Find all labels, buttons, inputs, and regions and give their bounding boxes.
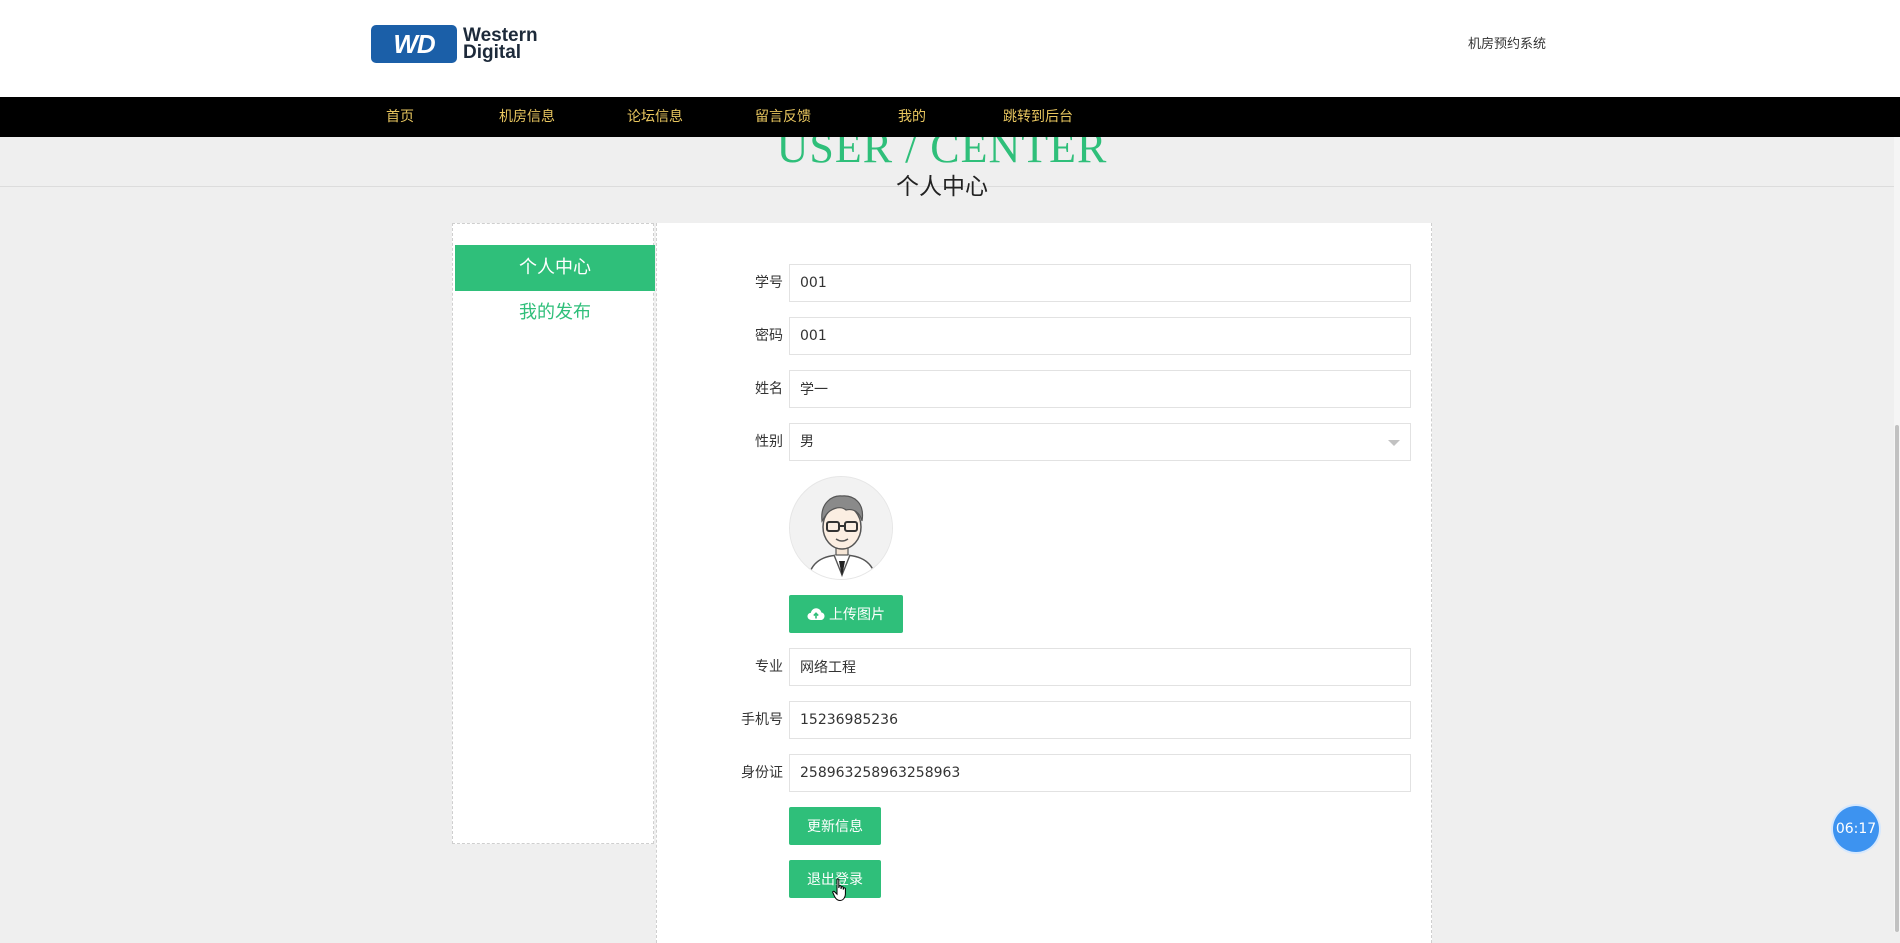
form-row-phone: 手机号	[657, 701, 1433, 739]
phone-label: 手机号	[741, 712, 783, 728]
form-row-gender: 性别 男	[657, 423, 1433, 461]
scrollbar-thumb[interactable]	[1895, 425, 1899, 932]
logo-line-2: Digital	[463, 42, 522, 63]
nav-item-mine[interactable]: 我的	[898, 97, 926, 137]
gender-label: 性别	[755, 434, 783, 450]
profile-form-panel: 学号 密码 姓名 性别 男	[656, 223, 1432, 943]
major-input[interactable]	[789, 648, 1411, 686]
name-input[interactable]	[789, 370, 1411, 408]
logo-wordmark: Western Digital	[463, 26, 538, 63]
password-label: 密码	[755, 328, 783, 344]
gender-selected-value: 男	[800, 434, 814, 450]
student-id-input[interactable]	[789, 264, 1411, 302]
user-avatar-icon	[789, 476, 893, 580]
upload-image-button[interactable]: 上传图片	[789, 595, 903, 633]
main-nav: 首页 机房信息 论坛信息 留言反馈 我的 跳转到后台	[0, 97, 1900, 137]
nav-item-forum[interactable]: 论坛信息	[627, 97, 683, 137]
section-title-cn: 个人中心	[896, 174, 988, 200]
wd-logo-badge: WD	[371, 25, 457, 63]
user-center-sidebar: 个人中心 我的发布	[452, 223, 655, 844]
password-input[interactable]	[789, 317, 1411, 355]
student-id-label: 学号	[755, 275, 783, 291]
form-row-student-id: 学号	[657, 264, 1433, 302]
site-header: WD Western Digital 机房预约系统	[0, 0, 1900, 97]
update-info-button[interactable]: 更新信息	[789, 807, 881, 845]
id-card-label: 身份证	[741, 765, 783, 781]
id-card-input[interactable]	[789, 754, 1411, 792]
nav-item-home[interactable]: 首页	[386, 97, 414, 137]
site-title: 机房预约系统	[1468, 37, 1547, 52]
name-label: 姓名	[755, 381, 783, 397]
upload-image-label: 上传图片	[829, 607, 885, 623]
gender-select[interactable]: 男	[789, 423, 1411, 461]
western-digital-logo[interactable]: WD Western Digital	[371, 24, 561, 64]
chevron-down-icon	[1388, 440, 1400, 446]
nav-item-room-info[interactable]: 机房信息	[499, 97, 555, 137]
timer-badge[interactable]: 06:17	[1833, 806, 1879, 852]
cloud-upload-icon	[807, 608, 825, 620]
form-row-password: 密码	[657, 317, 1433, 355]
sidebar-item-user-center[interactable]: 个人中心	[455, 245, 655, 291]
nav-item-admin[interactable]: 跳转到后台	[1003, 97, 1073, 137]
form-row-name: 姓名	[657, 370, 1433, 408]
major-label: 专业	[755, 659, 783, 675]
nav-item-feedback[interactable]: 留言反馈	[755, 97, 811, 137]
logout-button[interactable]: 退出登录	[789, 860, 881, 898]
form-row-major: 专业	[657, 648, 1433, 686]
form-row-id-card: 身份证	[657, 754, 1433, 792]
logo-badge-text: WD	[393, 28, 435, 59]
phone-input[interactable]	[789, 701, 1411, 739]
sidebar-item-my-posts[interactable]: 我的发布	[455, 290, 655, 336]
